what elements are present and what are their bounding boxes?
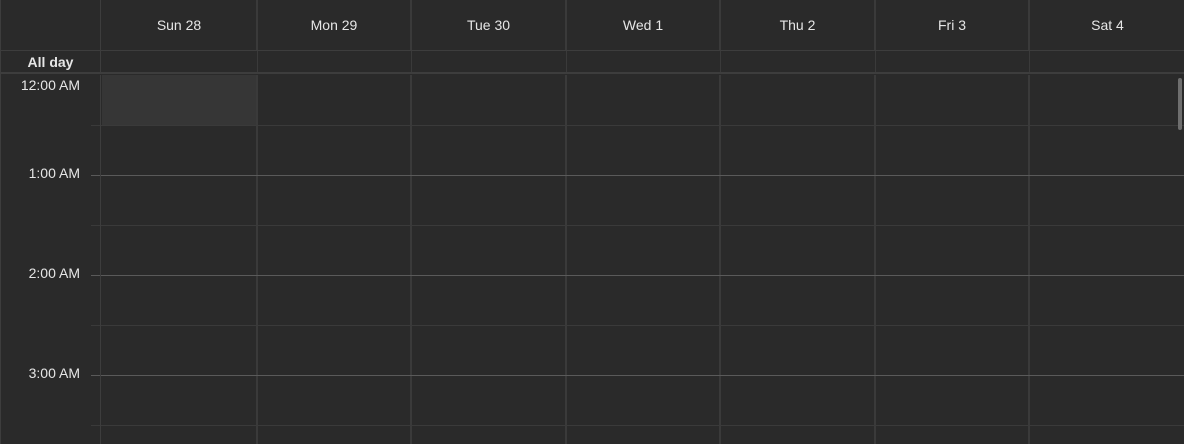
day-column-sun[interactable]: [102, 75, 258, 444]
vertical-scrollbar-thumb[interactable]: [1178, 78, 1182, 130]
all-day-cell-fri[interactable]: [876, 51, 1030, 72]
day-header-tue[interactable]: Tue 30: [412, 0, 567, 50]
all-day-row: All day: [1, 51, 1184, 74]
half-hour-line: [91, 125, 1184, 126]
hour-line: [91, 375, 1184, 376]
day-header-sat[interactable]: Sat 4: [1030, 0, 1184, 50]
day-header-label: Sun 28: [156, 17, 202, 33]
time-grid[interactable]: 12:00 AM 1:00 AM 2:00 AM 3:00 AM: [1, 75, 1184, 444]
day-header-fri[interactable]: Fri 3: [876, 0, 1030, 50]
day-header-label: Mon 29: [310, 17, 358, 33]
time-label: 1:00 AM: [28, 165, 80, 181]
all-day-cell-sat[interactable]: [1030, 51, 1184, 72]
day-header-label: Wed 1: [622, 17, 664, 33]
day-header-label: Fri 3: [938, 17, 966, 33]
all-day-cell-mon[interactable]: [258, 51, 412, 72]
day-header-label: Thu 2: [779, 17, 816, 33]
all-day-label: All day: [1, 51, 101, 72]
header-corner: [1, 0, 101, 50]
day-column-thu[interactable]: [721, 75, 876, 444]
day-header-thu[interactable]: Thu 2: [721, 0, 876, 50]
all-day-cell-sun[interactable]: [102, 51, 258, 72]
time-label: 2:00 AM: [28, 265, 80, 281]
time-label: 12:00 AM: [20, 77, 80, 93]
all-day-cell-thu[interactable]: [721, 51, 876, 72]
day-header-mon[interactable]: Mon 29: [258, 0, 412, 50]
half-hour-line: [91, 325, 1184, 326]
day-header-label: Sat 4: [1091, 17, 1124, 33]
all-day-cell-tue[interactable]: [412, 51, 567, 72]
day-column-fri[interactable]: [876, 75, 1030, 444]
half-hour-line: [91, 425, 1184, 426]
day-header-sun[interactable]: Sun 28: [102, 0, 258, 50]
day-column-tue[interactable]: [412, 75, 567, 444]
time-gutter: 12:00 AM 1:00 AM 2:00 AM 3:00 AM: [1, 75, 101, 444]
day-header-label: Tue 30: [466, 17, 511, 33]
day-column-mon[interactable]: [258, 75, 412, 444]
half-hour-line: [91, 225, 1184, 226]
day-header-wed[interactable]: Wed 1: [567, 0, 721, 50]
day-column-wed[interactable]: [567, 75, 721, 444]
time-label: 3:00 AM: [28, 365, 80, 381]
all-day-cell-wed[interactable]: [567, 51, 721, 72]
hour-line: [91, 175, 1184, 176]
hour-line: [91, 275, 1184, 276]
day-header-row: Sun 28 Mon 29 Tue 30 Wed 1 Thu 2 Fri 3 S…: [1, 0, 1184, 51]
day-column-sat[interactable]: [1030, 75, 1184, 444]
week-calendar: Sun 28 Mon 29 Tue 30 Wed 1 Thu 2 Fri 3 S…: [0, 0, 1184, 444]
